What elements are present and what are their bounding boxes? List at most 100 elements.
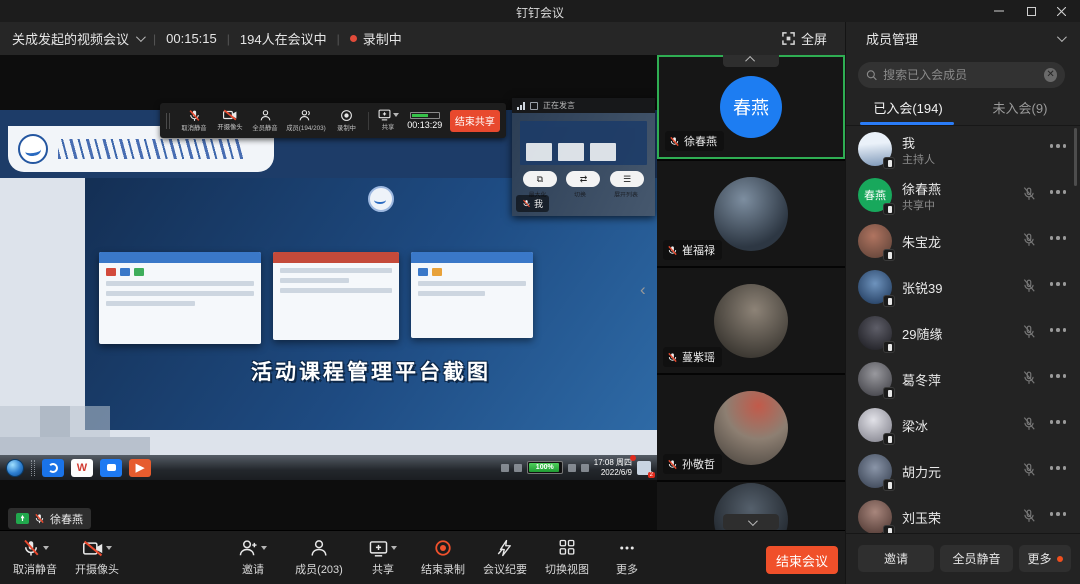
switch-float-button[interactable]: ⇄ [566,171,600,187]
member-more-button[interactable] [1050,466,1067,470]
member-mic-muted-icon[interactable] [1022,462,1036,483]
member-row[interactable]: 春燕 徐春燕 共享中 [846,172,1080,218]
unmute-button[interactable]: 取消静音 [0,538,70,577]
panel-mute-all-button[interactable]: 全员静音 [940,545,1013,572]
more-dots-icon [617,539,637,557]
member-row[interactable]: 梁冰 [846,402,1080,448]
float-mute-all-button[interactable]: 全员静音 [248,109,284,133]
float-mute-button[interactable]: 取消静音 [176,109,212,133]
caret-down-icon[interactable] [106,546,112,550]
wps-presentation-icon[interactable]: ▶ [129,459,151,477]
wps-writer-icon[interactable]: W [71,459,93,477]
close-button[interactable] [1046,0,1076,22]
person-plus-icon [239,539,258,557]
expand-list-button[interactable]: ☰ [610,171,644,187]
tray-notification-icon[interactable] [637,461,651,475]
member-more-button[interactable] [1050,236,1067,240]
float-members-button[interactable]: 成员(194/203) [283,109,328,133]
share-screen-icon [369,540,388,557]
member-row[interactable]: 29随缘 [846,310,1080,356]
video-tile[interactable]: 蔓紫瑶 [657,268,845,373]
minimize-button[interactable] [984,0,1014,22]
tray-icon[interactable] [568,464,576,472]
record-icon [340,109,353,122]
tab-joined[interactable]: 已入会(194) [858,98,958,122]
drag-handle[interactable] [166,113,170,129]
meeting-minutes-button[interactable]: 会议纪要 [470,538,540,577]
taskbar-date: 2022/6/9 [594,468,632,478]
tray-icon[interactable] [501,464,509,472]
strip-collapse-arrow[interactable]: ‹ [640,281,650,299]
browser-icon[interactable] [42,459,64,477]
member-mic-muted-icon[interactable] [1022,508,1036,529]
maximize-button[interactable] [1016,0,1046,22]
tray-icon[interactable] [514,464,522,472]
member-row[interactable]: 张锐39 [846,264,1080,310]
recording-icon [434,539,452,557]
desktop-taskbar: W ▶ 100% 17:08 周四 2022/6/9 [0,455,657,480]
taskbar-time: 17:08 周四 [594,458,632,468]
members-button[interactable]: 成员(203) [284,538,354,577]
member-row[interactable]: 刘玉荣 [846,494,1080,534]
panel-invite-button[interactable]: 邀请 [858,545,934,572]
video-tile[interactable]: 春燕 徐春燕 [657,55,845,159]
end-meeting-button[interactable]: 结束会议 [766,546,838,574]
fullscreen-button[interactable]: 全屏 [782,22,827,55]
camera-on-button[interactable]: 开摄像头 [62,538,132,577]
member-mic-muted-icon[interactable] [1022,278,1036,299]
meeting-title-dropdown[interactable]: 关成发起的视频会议 [12,29,143,48]
member-mic-muted-icon[interactable] [1022,232,1036,253]
float-recording-button[interactable]: 录制中 [329,109,365,133]
maximize-float-button[interactable]: ⧉ [523,171,557,187]
float-camera-button[interactable]: 开摄像头 [212,109,248,132]
search-input[interactable] [883,68,1038,82]
member-mic-muted-icon[interactable] [1022,324,1036,345]
member-more-button[interactable] [1050,144,1067,148]
member-mic-muted-icon[interactable] [1022,370,1036,391]
tray-icon[interactable] [581,464,589,472]
member-mic-muted-icon[interactable] [1022,186,1036,207]
clear-search-icon[interactable]: ✕ [1044,68,1057,82]
screenshot-window [273,252,399,340]
float-share-button[interactable]: 共享 [373,109,404,132]
stop-recording-button[interactable]: 结束录制 [408,538,478,577]
panel-more-button[interactable]: 更多 [1019,545,1071,572]
tab-not-joined[interactable]: 未入会(9) [974,98,1066,122]
person-icon [310,539,328,557]
member-row[interactable]: 朱宝龙 [846,218,1080,264]
invite-button[interactable]: 邀请 [218,538,288,577]
strip-scroll-up-button[interactable] [723,55,779,67]
caret-down-icon[interactable] [43,546,49,550]
member-more-button[interactable] [1050,374,1067,378]
strip-scroll-down-button[interactable] [723,514,779,530]
member-more-button[interactable] [1050,282,1067,286]
flash-pen-icon [496,539,514,557]
caret-down-icon[interactable] [261,546,267,550]
end-share-button[interactable]: 结束共享 [450,110,500,132]
panel-scrollbar[interactable] [1074,128,1077,186]
video-tile[interactable]: 崔福禄 [657,161,845,266]
more-button[interactable]: 更多 [592,538,662,577]
member-more-button[interactable] [1050,512,1067,516]
member-row[interactable]: 胡力元 [846,448,1080,494]
member-more-button[interactable] [1050,420,1067,424]
member-name: 徐春燕 [902,179,941,198]
member-row[interactable]: 葛冬萍 [846,356,1080,402]
member-search[interactable]: ✕ [858,62,1065,88]
mobile-device-badge [883,157,895,169]
signal-icon [517,102,525,110]
avatar [858,454,892,488]
speaker-float-window[interactable]: 正在发言 ⧉ ⇄ ☰ 最大化 切换 展开列表 [512,98,655,216]
pin-icon[interactable] [530,102,538,110]
dingtalk-app-icon[interactable] [100,459,122,477]
chevron-down-icon[interactable] [1057,32,1067,42]
member-more-button[interactable] [1050,328,1067,332]
member-row[interactable]: 我 主持人 [846,126,1080,172]
start-button-icon[interactable] [6,459,24,477]
chevron-down-icon [747,516,757,526]
avatar [714,177,788,251]
caret-down-icon[interactable] [391,546,397,550]
video-tile[interactable]: 孙敬哲 [657,375,845,480]
member-mic-muted-icon[interactable] [1022,416,1036,437]
member-more-button[interactable] [1050,190,1067,194]
